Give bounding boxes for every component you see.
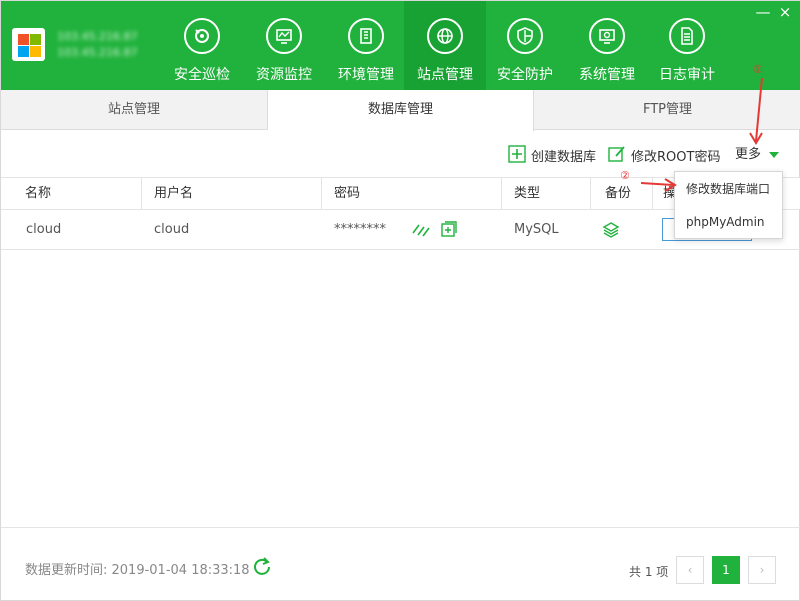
cell-type: MySQL (514, 222, 559, 237)
nav-label: 站点管理 (417, 67, 473, 83)
globe-icon (427, 18, 463, 54)
nav-system-management[interactable]: 系统管理 (566, 1, 648, 90)
layers-icon[interactable] (602, 221, 620, 239)
cell-password: ******** (334, 222, 386, 237)
more-button[interactable]: 更多 (735, 145, 780, 165)
minimize-button[interactable]: — (754, 3, 772, 21)
nav-label: 安全防护 (497, 67, 553, 83)
edit-icon (608, 145, 626, 170)
building-icon (348, 18, 384, 54)
column-header-backup: 备份 (591, 178, 653, 209)
data-update-time: 数据更新时间: 2019-01-04 18:33:18 (25, 563, 250, 578)
nav-environment[interactable]: 环境管理 (325, 1, 407, 90)
nav-label: 资源监控 (256, 67, 312, 83)
nav-label: 日志审计 (659, 67, 715, 83)
shield-icon (507, 18, 543, 54)
menu-item-phpmyadmin[interactable]: phpMyAdmin (675, 207, 782, 237)
change-root-password-button[interactable]: 修改ROOT密码 (608, 145, 720, 165)
cell-username: cloud (154, 222, 190, 237)
create-database-button[interactable]: 创建数据库 (508, 145, 596, 165)
more-dropdown-menu: 修改数据库端口 phpMyAdmin (674, 171, 783, 239)
menu-item-change-db-port[interactable]: 修改数据库端口 (675, 174, 782, 204)
create-database-label: 创建数据库 (531, 150, 597, 165)
nav-log-audit[interactable]: 日志审计 (646, 1, 728, 90)
column-header-name: 名称 (1, 178, 142, 209)
monitor-icon (266, 18, 302, 54)
nav-label: 系统管理 (579, 67, 635, 83)
eye-hidden-icon[interactable] (411, 221, 431, 239)
column-header-type: 类型 (502, 178, 591, 209)
caret-down-icon (769, 151, 780, 158)
nav-site-management[interactable]: 站点管理 (404, 1, 486, 90)
annotation-step-1: ① (753, 63, 763, 76)
total-count: 共 1 项 (629, 565, 669, 579)
plus-icon (508, 145, 526, 170)
change-root-password-label: 修改ROOT密码 (631, 150, 721, 165)
next-page-button[interactable]: › (748, 556, 776, 584)
column-header-password: 密码 (322, 178, 502, 209)
nav-security-protection[interactable]: 安全防护 (484, 1, 566, 90)
close-button[interactable]: × (776, 3, 794, 21)
tab-database-management[interactable]: 数据库管理 (268, 90, 534, 131)
footer-bar: 数据更新时间: 2019-01-04 18:33:18 共 1 项 ‹ 1 › (1, 527, 800, 601)
cell-name: cloud (26, 222, 62, 237)
server-ip-secondary: 103.45.216.87 (57, 46, 138, 59)
document-icon (669, 18, 705, 54)
header-bar: 103.45.216.87 103.45.216.87 安全巡检 资源监控 环境… (1, 1, 800, 90)
more-label: 更多 (735, 147, 762, 162)
gear-monitor-icon (589, 18, 625, 54)
annotation-step-2: ② (620, 169, 630, 182)
nav-security-check[interactable]: 安全巡检 (161, 1, 243, 90)
copy-icon[interactable] (441, 221, 457, 239)
refresh-icon[interactable] (252, 556, 272, 576)
shield-scan-icon (184, 18, 220, 54)
server-ip: 103.45.216.87 (57, 30, 138, 43)
nav-label: 安全巡检 (174, 67, 230, 83)
nav-label: 环境管理 (338, 67, 394, 83)
tab-bar: 站点管理 数据库管理 FTP管理 (1, 90, 800, 131)
column-header-username: 用户名 (142, 178, 322, 209)
windows-logo-icon (12, 28, 45, 61)
app-window: 103.45.216.87 103.45.216.87 安全巡检 资源监控 环境… (0, 0, 800, 601)
prev-page-button[interactable]: ‹ (676, 556, 704, 584)
page-button-current[interactable]: 1 (712, 556, 740, 584)
tab-ftp-management[interactable]: FTP管理 (534, 90, 800, 130)
nav-resource-monitor[interactable]: 资源监控 (243, 1, 325, 90)
tab-site-management[interactable]: 站点管理 (1, 90, 268, 130)
server-info: 103.45.216.87 103.45.216.87 (57, 29, 157, 61)
